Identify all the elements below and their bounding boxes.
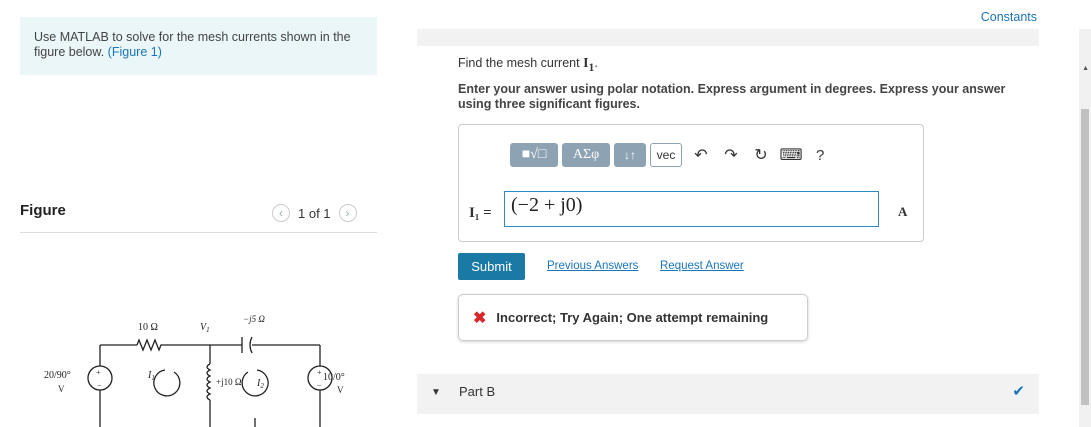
request-answer-link[interactable]: Request Answer: [660, 260, 744, 272]
figure-page-count: 1 of 1: [298, 205, 331, 221]
v1-label: V1: [200, 322, 210, 334]
left-source-unit: V: [58, 384, 65, 394]
right-source-plus: +: [317, 368, 322, 377]
right-source-minus: −: [317, 381, 322, 390]
checkmark-icon: ✔: [1012, 383, 1025, 400]
constants-link[interactable]: Constants: [981, 10, 1037, 24]
next-figure-button[interactable]: ›: [338, 204, 357, 222]
prev-figure-button[interactable]: ‹: [272, 204, 290, 222]
answer-unit: A: [898, 204, 908, 219]
templates-button[interactable]: ■√□: [510, 143, 558, 167]
figure-divider: [20, 232, 377, 233]
question-variable: I1: [583, 56, 595, 74]
reset-icon[interactable]: ↻: [750, 144, 772, 166]
math-toolbar: ■√□ ΑΣφ ↓↑ vec ↶ ↷ ↻ ⌨ ?: [510, 143, 824, 167]
left-source-value: 20/90°: [44, 370, 71, 381]
figure-link[interactable]: (Figure 1): [108, 45, 162, 59]
feedback-text: Incorrect; Try Again; One attempt remain…: [496, 310, 769, 325]
help-icon[interactable]: ?: [816, 147, 824, 164]
question-text: Find the mesh current I1.: [458, 56, 598, 74]
part-b-header[interactable]: ▼ Part B ✔: [417, 374, 1039, 414]
scroll-up-icon[interactable]: ▲: [1082, 65, 1089, 72]
left-source-plus: +: [96, 368, 101, 377]
part-b-label: Part B: [459, 384, 496, 399]
greek-symbols-button[interactable]: ΑΣφ: [562, 143, 610, 167]
previous-answers-link[interactable]: Previous Answers: [547, 260, 638, 272]
mesh-i1-label: I1: [147, 370, 155, 382]
circuit-diagram: 10 Ω V1 −j5 Ω 20/90° V + − I1 +j10 Ω I2 …: [44, 314, 345, 427]
scrollbar-thumb[interactable]: [1081, 109, 1089, 405]
submit-button[interactable]: Submit: [458, 253, 525, 280]
r1-label: 10 Ω: [138, 322, 158, 333]
feedback-message: ✖ Incorrect; Try Again; One attempt rema…: [458, 294, 808, 341]
problem-intro: Use MATLAB to solve for the mesh current…: [20, 17, 377, 75]
inductor-label: +j10 Ω: [216, 377, 242, 387]
answer-label: I₁ =: [469, 205, 492, 221]
answer-instructions: Enter your answer using polar notation. …: [458, 82, 1006, 111]
mesh-i2-label: I2: [256, 378, 264, 390]
arrows-button[interactable]: ↓↑: [614, 143, 646, 167]
vector-button[interactable]: vec: [650, 143, 682, 167]
part-header-bar: [417, 29, 1039, 46]
expand-triangle-icon: ▼: [431, 387, 441, 398]
right-source-unit: V: [337, 385, 344, 395]
figure-pager: ‹ 1 of 1 ›: [272, 204, 357, 222]
error-icon: ✖: [473, 309, 487, 327]
answer-input[interactable]: (−2 + j0): [504, 191, 879, 227]
intro-text: Use MATLAB to solve for the mesh current…: [34, 30, 351, 59]
scrollbar[interactable]: ▲: [1079, 29, 1091, 427]
redo-icon[interactable]: ↷: [720, 144, 742, 166]
right-source-value: 10/0°: [323, 372, 345, 383]
answer-panel: ■√□ ΑΣφ ↓↑ vec ↶ ↷ ↻ ⌨ ? I₁ = (−2 + j0) …: [458, 124, 924, 242]
keyboard-icon[interactable]: ⌨: [779, 144, 802, 166]
left-source-minus: −: [97, 381, 102, 390]
figure-heading: Figure: [20, 202, 66, 219]
capacitor-label: −j5 Ω: [243, 314, 265, 324]
undo-icon[interactable]: ↶: [690, 144, 712, 166]
